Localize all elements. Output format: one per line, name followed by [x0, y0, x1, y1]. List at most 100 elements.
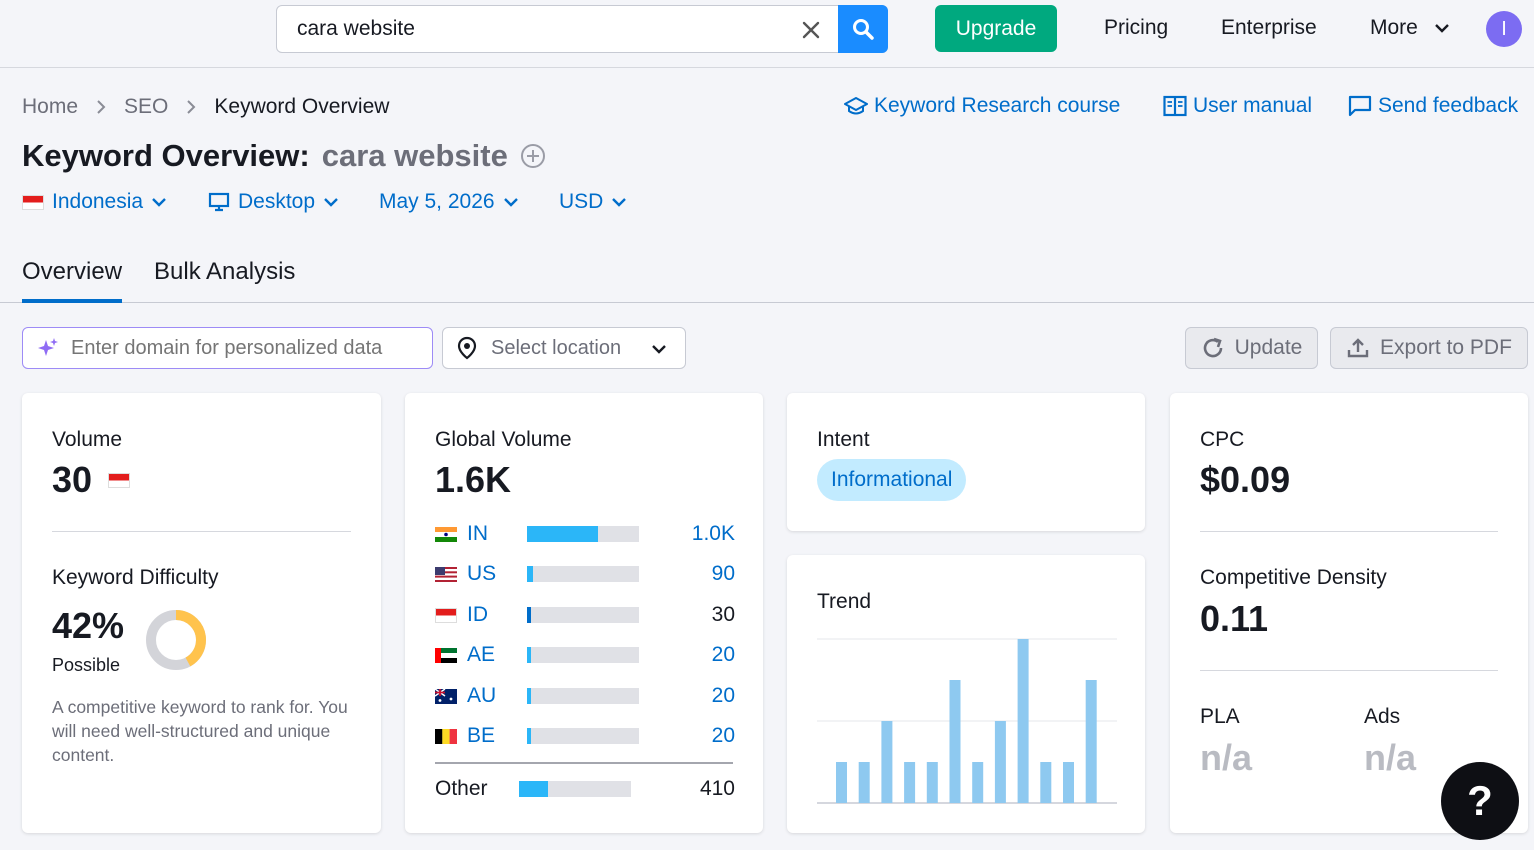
intent-card: Intent Informational — [787, 393, 1145, 531]
trend-bar[interactable] — [1085, 680, 1097, 803]
trend-bar[interactable] — [1040, 762, 1052, 803]
country-bar — [527, 526, 639, 542]
volume-label: Volume — [52, 428, 123, 451]
page-title: Keyword Overview: cara website — [22, 138, 546, 174]
chevron-down-icon — [503, 198, 518, 207]
tab-bulk-analysis[interactable]: Bulk Analysis — [154, 258, 295, 286]
keyword-research-course-link[interactable]: Keyword Research course — [844, 94, 1120, 118]
divider — [435, 762, 733, 764]
avatar[interactable]: I — [1486, 11, 1522, 47]
trend-bar[interactable] — [994, 721, 1006, 803]
add-to-list-icon[interactable] — [520, 143, 546, 169]
divider — [1200, 531, 1498, 532]
currency-filter[interactable]: USD — [559, 190, 627, 214]
domain-input[interactable] — [71, 336, 421, 360]
usa-flag-icon — [435, 566, 457, 582]
user-manual-link[interactable]: User manual — [1163, 94, 1312, 118]
country-bar — [527, 607, 639, 623]
country-row-in[interactable]: IN 1.0K — [435, 521, 735, 547]
country-row-ae[interactable]: AE 20 — [435, 642, 735, 668]
country-bar-fill — [527, 728, 532, 744]
upgrade-button[interactable]: Upgrade — [935, 5, 1057, 52]
country-filter-label: Indonesia — [52, 190, 144, 213]
top-bar: Upgrade Pricing Enterprise More I — [0, 0, 1534, 68]
trend-chart — [817, 638, 1117, 804]
density-value: 0.11 — [1200, 598, 1269, 639]
export-button-label: Export to PDF — [1380, 336, 1512, 359]
nav-more-label: More — [1370, 16, 1418, 39]
intent-label: Intent — [817, 428, 870, 451]
breadcrumb-seo[interactable]: SEO — [124, 95, 168, 119]
country-row-id: ID 30 — [435, 602, 735, 628]
domain-input-box — [22, 327, 433, 369]
breadcrumb-current: Keyword Overview — [214, 95, 390, 118]
chevron-down-icon — [612, 198, 627, 207]
country-value: 30 — [711, 603, 735, 626]
trend-bar[interactable] — [881, 721, 893, 803]
nav-more[interactable]: More — [1370, 16, 1450, 40]
clear-search-icon[interactable] — [797, 16, 825, 44]
trend-bar[interactable] — [1063, 762, 1074, 803]
date-filter[interactable]: May 5, 2026 — [379, 190, 519, 214]
intent-badge[interactable]: Informational — [817, 459, 967, 501]
trend-bar[interactable] — [858, 762, 870, 803]
search-button[interactable] — [838, 5, 888, 53]
global-volume-value: 1.6K — [435, 459, 512, 500]
pla-label: PLA — [1200, 705, 1240, 728]
country-bar — [527, 688, 639, 704]
global-volume-card: Global Volume 1.6K IN 1.0K US 90 ID 30 A… — [405, 393, 763, 833]
chevron-right-icon — [186, 99, 196, 115]
kd-rating: Possible — [52, 655, 121, 675]
trend-bar[interactable] — [904, 762, 916, 803]
chevron-down-icon — [1435, 24, 1449, 33]
trend-bar[interactable] — [836, 762, 847, 803]
india-flag-icon — [435, 526, 457, 542]
country-bar-fill — [527, 526, 598, 542]
kd-label: Keyword Difficulty — [52, 566, 219, 589]
country-filter[interactable]: Indonesia — [22, 190, 167, 214]
kd-value: 42% — [52, 605, 125, 646]
date-filter-label: May 5, 2026 — [379, 190, 495, 213]
export-pdf-button[interactable]: Export to PDF — [1330, 327, 1528, 369]
send-feedback-link[interactable]: Send feedback — [1348, 94, 1518, 118]
country-bar-fill — [527, 566, 533, 582]
kd-description: A competitive keyword to rank for. You w… — [52, 697, 348, 765]
breadcrumb-home[interactable]: Home — [22, 95, 78, 119]
country-code: AE — [467, 643, 496, 666]
indonesia-flag-icon — [435, 607, 457, 623]
other-label: Other — [435, 777, 488, 800]
trend-bar[interactable] — [949, 680, 961, 803]
device-filter-label: Desktop — [238, 190, 316, 213]
sparkle-icon — [38, 338, 58, 356]
chevron-right-icon — [96, 99, 106, 115]
country-row-au[interactable]: AU 20 — [435, 683, 735, 709]
divider — [52, 531, 351, 532]
global-volume-label: Global Volume — [435, 428, 572, 451]
nav-pricing[interactable]: Pricing — [1104, 16, 1168, 40]
trend-label: Trend — [817, 590, 872, 613]
update-button[interactable]: Update — [1185, 327, 1318, 369]
country-code: ID — [467, 603, 488, 626]
country-value: 20 — [711, 643, 735, 666]
nav-enterprise[interactable]: Enterprise — [1221, 16, 1317, 40]
location-select[interactable]: Select location — [442, 327, 686, 369]
country-code: AU — [467, 684, 497, 707]
trend-bar[interactable] — [1017, 639, 1029, 803]
volume-card: Volume 30 Keyword Difficulty 42% Possibl… — [22, 393, 381, 833]
tab-overview[interactable]: Overview — [22, 258, 123, 303]
desktop-icon — [208, 192, 230, 212]
chevron-down-icon — [324, 198, 338, 207]
device-filter[interactable]: Desktop — [208, 190, 339, 214]
message-icon — [1348, 95, 1372, 117]
country-value: 90 — [711, 562, 735, 585]
country-row-be[interactable]: BE 20 — [435, 723, 735, 749]
page-title-keyword: cara website — [321, 138, 508, 173]
country-row-other: Other 410 — [435, 776, 735, 802]
trend-bar[interactable] — [972, 762, 984, 803]
trend-bar[interactable] — [926, 762, 938, 803]
search-input[interactable] — [297, 6, 777, 52]
country-bar — [527, 647, 639, 663]
country-bar — [527, 728, 639, 744]
country-row-us[interactable]: US 90 — [435, 561, 735, 587]
help-button[interactable]: ? — [1441, 762, 1519, 840]
